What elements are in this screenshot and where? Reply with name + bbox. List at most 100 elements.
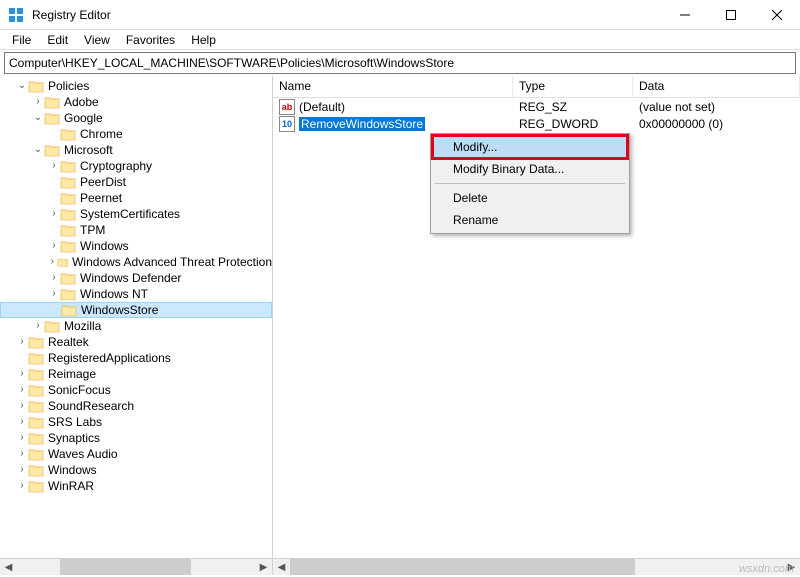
tree-item-windows-advanced-threat-protection[interactable]: ›Windows Advanced Threat Protection <box>0 254 272 270</box>
maximize-button[interactable] <box>708 0 754 30</box>
tree-pane: ⌄Policies›Adobe⌄Google·Chrome⌄Microsoft›… <box>0 76 273 575</box>
tree-item-cryptography[interactable]: › Cryptography <box>0 158 272 174</box>
string-value-icon: ab <box>279 99 295 115</box>
chevron-right-icon[interactable]: › <box>16 369 28 379</box>
tree-item-mozilla[interactable]: › Mozilla <box>0 318 272 334</box>
tree-item-systemcertificates[interactable]: › SystemCertificates <box>0 206 272 222</box>
tree-item-windows[interactable]: › Windows <box>0 462 272 478</box>
tree-item-tpm[interactable]: ·TPM <box>0 222 272 238</box>
tree-item-windowsstore[interactable]: ·WindowsStore <box>0 302 272 318</box>
tree-item-windows[interactable]: › Windows <box>0 238 272 254</box>
value-row[interactable]: 10RemoveWindowsStoreREG_DWORD0x00000000 … <box>273 115 800 132</box>
value-data: 0x00000000 (0) <box>633 117 800 131</box>
tree-item-reimage[interactable]: ›Reimage <box>0 366 272 382</box>
context-delete[interactable]: Delete <box>433 187 627 209</box>
scroll-left-icon[interactable]: ◀ <box>273 559 290 576</box>
value-type: REG_SZ <box>513 100 633 114</box>
registry-tree[interactable]: ⌄Policies›Adobe⌄Google·Chrome⌄Microsoft›… <box>0 76 272 558</box>
chevron-right-icon[interactable]: › <box>48 273 60 283</box>
tree-item-microsoft[interactable]: ⌄ Microsoft <box>0 142 272 158</box>
minimize-button[interactable] <box>662 0 708 30</box>
tree-item-adobe[interactable]: › Adobe <box>0 94 272 110</box>
tree-item-label: Realtek <box>48 335 89 349</box>
main-area: ⌄Policies›Adobe⌄Google·Chrome⌄Microsoft›… <box>0 76 800 575</box>
tree-item-windows-defender[interactable]: › Windows Defender <box>0 270 272 286</box>
tree-item-windows-nt[interactable]: › Windows NT <box>0 286 272 302</box>
tree-item-policies[interactable]: ⌄ Policies <box>0 78 272 94</box>
tree-item-realtek[interactable]: › Realtek <box>0 334 272 350</box>
chevron-right-icon[interactable]: › <box>16 481 28 491</box>
values-header: Name Type Data <box>273 76 800 98</box>
context-rename[interactable]: Rename <box>433 209 627 231</box>
tree-item-label: Policies <box>48 79 89 93</box>
tree-item-srs-labs[interactable]: ›SRS Labs <box>0 414 272 430</box>
chevron-right-icon[interactable]: › <box>48 209 60 219</box>
tree-item-label: Windows NT <box>80 287 148 301</box>
tree-item-label: SonicFocus <box>48 383 111 397</box>
dword-value-icon: 10 <box>279 116 295 132</box>
app-icon <box>8 7 24 23</box>
chevron-right-icon[interactable]: › <box>16 417 28 427</box>
tree-item-label: Cryptography <box>80 159 152 173</box>
tree-item-label: SystemCertificates <box>80 207 180 221</box>
chevron-right-icon[interactable]: › <box>16 385 28 395</box>
tree-item-label: Windows Defender <box>80 271 181 285</box>
address-bar[interactable] <box>4 52 796 74</box>
tree-item-peerdist[interactable]: ·PeerDist <box>0 174 272 190</box>
column-name[interactable]: Name <box>273 76 513 97</box>
tree-item-waves-audio[interactable]: › Waves Audio <box>0 446 272 462</box>
menu-file[interactable]: File <box>4 31 39 49</box>
chevron-right-icon[interactable]: › <box>16 449 28 459</box>
chevron-right-icon[interactable]: › <box>32 97 44 107</box>
value-data: (value not set) <box>633 100 800 114</box>
chevron-right-icon[interactable]: › <box>16 337 28 347</box>
chevron-right-icon[interactable]: › <box>48 257 57 267</box>
chevron-right-icon[interactable]: › <box>16 433 28 443</box>
column-data[interactable]: Data <box>633 76 800 97</box>
tree-item-label: WinRAR <box>48 479 94 493</box>
tree-item-label: Waves Audio <box>48 447 118 461</box>
tree-item-peernet[interactable]: ·Peernet <box>0 190 272 206</box>
chevron-right-icon[interactable]: › <box>16 401 28 411</box>
value-row[interactable]: ab (Default) REG_SZ(value not set) <box>273 98 800 115</box>
context-modify-binary[interactable]: Modify Binary Data... <box>433 158 627 180</box>
tree-item-sonicfocus[interactable]: › SonicFocus <box>0 382 272 398</box>
chevron-down-icon[interactable]: ⌄ <box>32 113 44 123</box>
tree-item-label: Chrome <box>80 127 123 141</box>
tree-item-label: RegisteredApplications <box>48 351 171 365</box>
context-separator <box>435 183 625 184</box>
menu-help[interactable]: Help <box>183 31 224 49</box>
scroll-right-icon[interactable]: ▶ <box>255 559 272 576</box>
tree-item-label: TPM <box>80 223 105 237</box>
chevron-down-icon[interactable]: ⌄ <box>32 145 44 155</box>
tree-item-soundresearch[interactable]: ›SoundResearch <box>0 398 272 414</box>
chevron-right-icon[interactable]: › <box>48 241 60 251</box>
tree-item-registeredapplications[interactable]: ·RegisteredApplications <box>0 350 272 366</box>
chevron-right-icon[interactable]: › <box>32 321 44 331</box>
chevron-right-icon[interactable]: › <box>48 289 60 299</box>
menu-view[interactable]: View <box>76 31 118 49</box>
value-name: (Default) <box>299 100 345 114</box>
context-modify[interactable]: Modify... <box>433 136 627 158</box>
tree-item-synaptics[interactable]: ›Synaptics <box>0 430 272 446</box>
menu-edit[interactable]: Edit <box>39 31 76 49</box>
values-horizontal-scrollbar[interactable]: ◀ ▶ <box>273 558 800 575</box>
tree-item-label: Mozilla <box>64 319 101 333</box>
column-type[interactable]: Type <box>513 76 633 97</box>
tree-item-winrar[interactable]: › WinRAR <box>0 478 272 494</box>
tree-horizontal-scrollbar[interactable]: ◀ ▶ <box>0 558 272 575</box>
tree-item-label: Windows <box>48 463 97 477</box>
menu-favorites[interactable]: Favorites <box>118 31 183 49</box>
tree-item-label: Adobe <box>64 95 99 109</box>
tree-item-label: Windows <box>80 239 129 253</box>
chevron-down-icon[interactable]: ⌄ <box>16 81 28 91</box>
chevron-right-icon[interactable]: › <box>48 161 60 171</box>
tree-item-label: Microsoft <box>64 143 113 157</box>
chevron-right-icon[interactable]: › <box>16 465 28 475</box>
scroll-left-icon[interactable]: ◀ <box>0 559 17 576</box>
tree-item-label: Peernet <box>80 191 122 205</box>
tree-item-google[interactable]: ⌄Google <box>0 110 272 126</box>
tree-item-label: WindowsStore <box>81 303 158 317</box>
close-button[interactable] <box>754 0 800 30</box>
tree-item-chrome[interactable]: ·Chrome <box>0 126 272 142</box>
